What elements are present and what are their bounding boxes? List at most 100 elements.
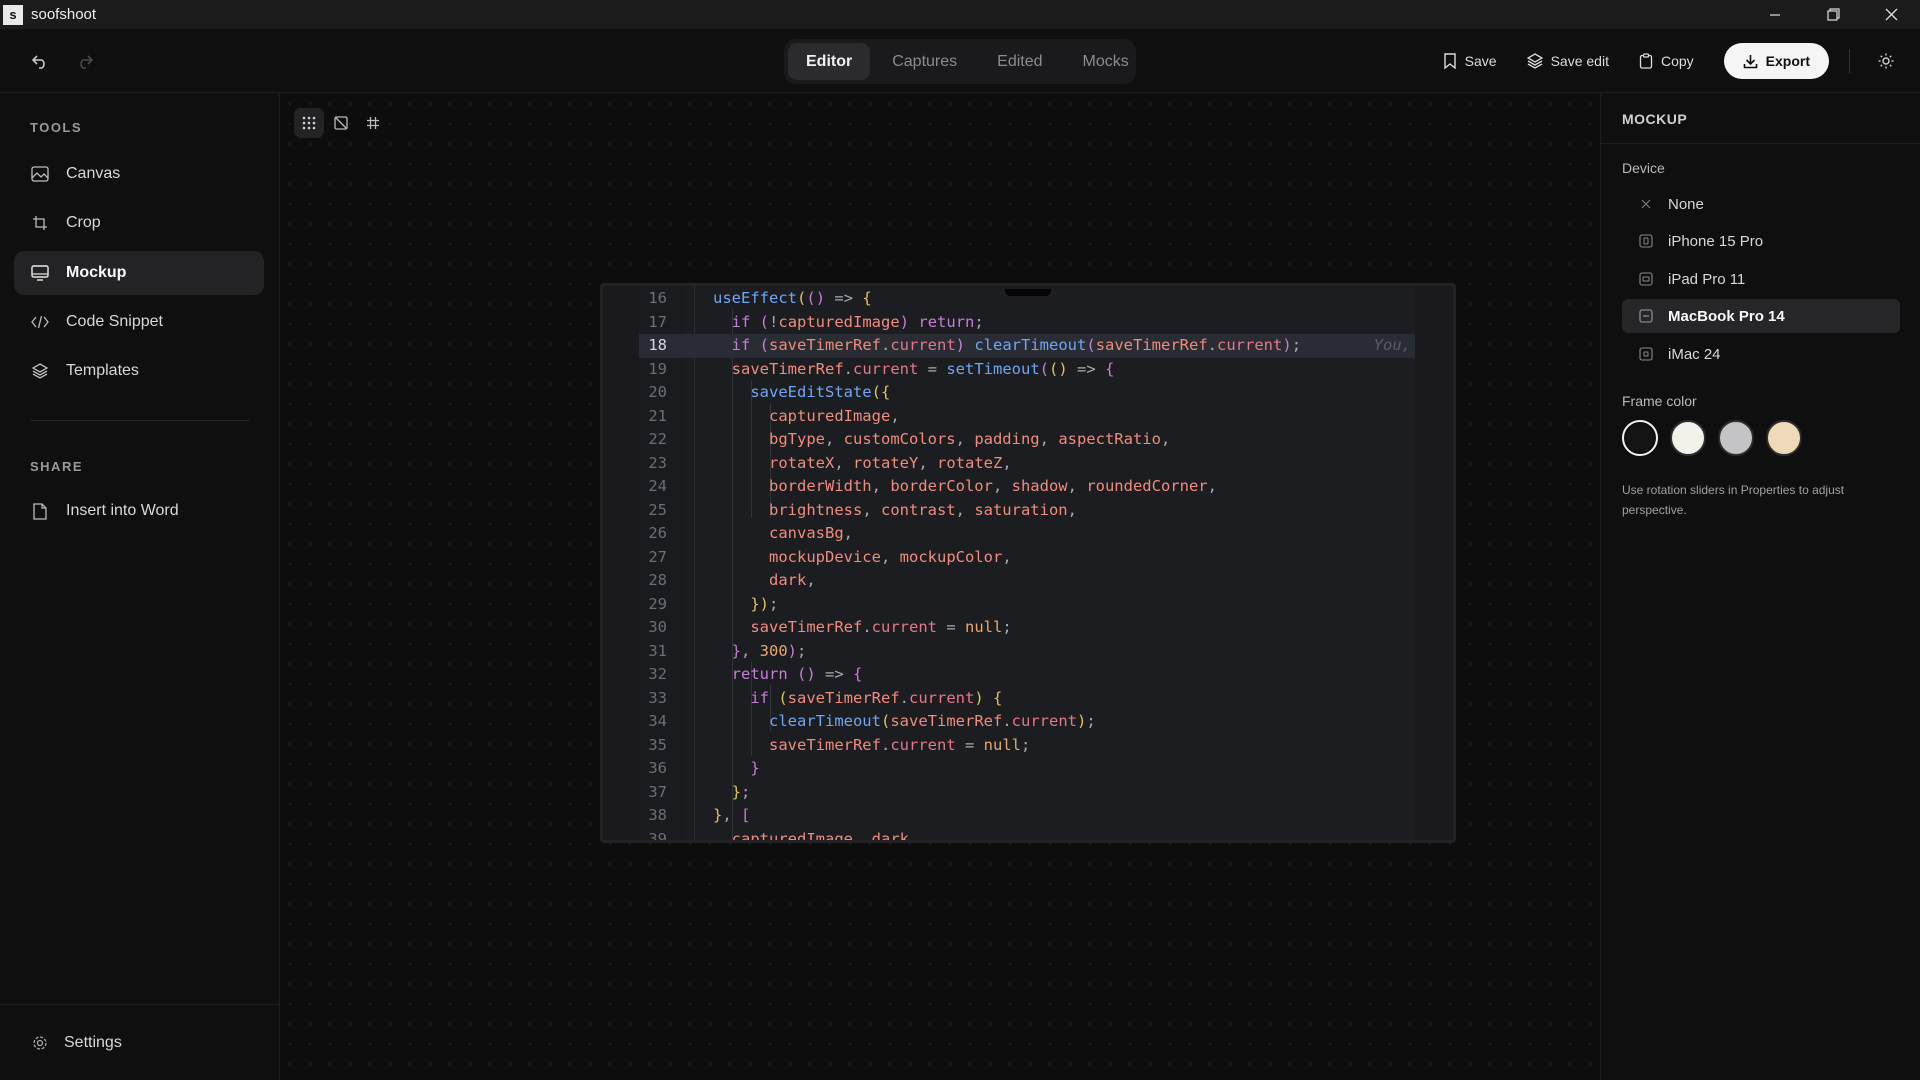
- mockup-panel: MOCKUP Device None iPhone 15 Pro iPad Pr…: [1600, 94, 1920, 1080]
- x-icon: [1638, 196, 1654, 212]
- copy-button[interactable]: Copy: [1639, 53, 1694, 69]
- dots-grid-toggle[interactable]: [294, 108, 324, 138]
- code-text: capturedImage,: [713, 406, 900, 425]
- sidebar-item-label: Templates: [66, 362, 139, 379]
- line-number: 33: [648, 688, 667, 707]
- restore-button[interactable]: [1804, 0, 1862, 29]
- line-number: 25: [648, 500, 667, 519]
- save-edit-label: Save edit: [1550, 53, 1609, 69]
- phone-icon: [1638, 233, 1654, 249]
- save-label: Save: [1464, 53, 1497, 69]
- minimize-button[interactable]: [1746, 0, 1804, 29]
- sidebar-item-mockup[interactable]: Mockup: [14, 251, 264, 295]
- code-text: };: [713, 782, 751, 801]
- tab-mocks[interactable]: Mocks: [1065, 43, 1147, 80]
- layers-icon: [30, 361, 50, 381]
- line-grid-toggle[interactable]: [358, 108, 388, 138]
- panel-header: MOCKUP: [1601, 94, 1920, 144]
- line-number: 39: [648, 829, 667, 841]
- tab-captures[interactable]: Captures: [874, 43, 975, 80]
- line-number: 18: [648, 336, 667, 354]
- device-option-macbook-pro-14[interactable]: MacBook Pro 14: [1622, 299, 1900, 333]
- code-text: saveTimerRef.current = setTimeout(() => …: [713, 359, 1115, 378]
- device-label-text: None: [1668, 195, 1704, 213]
- save-edit-button[interactable]: Save edit: [1526, 53, 1609, 69]
- canvas-area[interactable]: 16 useEffect(() => {17 if (!capturedImage…: [280, 94, 1600, 1080]
- code-text: dark,: [713, 571, 816, 589]
- save-button[interactable]: Save: [1443, 53, 1497, 69]
- frame-color-swatches: [1622, 420, 1802, 456]
- code-text: return () => {: [713, 665, 863, 683]
- code-line: 37 };: [639, 781, 1415, 805]
- document-icon: [30, 501, 50, 521]
- clipboard-icon: [1639, 53, 1653, 69]
- undo-button[interactable]: [28, 49, 52, 73]
- sidebar-item-crop[interactable]: Crop: [14, 201, 264, 245]
- line-number: 24: [648, 477, 667, 495]
- device-label-text: iMac 24: [1668, 345, 1721, 363]
- device-option-ipad-pro-11[interactable]: iPad Pro 11: [1622, 262, 1900, 296]
- monitor-icon: [30, 263, 50, 283]
- sidebar-item-label: Crop: [66, 214, 101, 231]
- export-button[interactable]: Export: [1723, 43, 1829, 79]
- code-text: saveTimerRef.current = null;: [713, 618, 1012, 636]
- line-number: 28: [648, 571, 667, 589]
- device-label-text: iPad Pro 11: [1668, 270, 1746, 288]
- code-line: 32 return () => {: [639, 663, 1415, 687]
- code-line: 21 capturedImage,: [639, 405, 1415, 429]
- line-number: 37: [648, 782, 667, 801]
- code-line: 30 saveTimerRef.current = null;: [639, 616, 1415, 640]
- code-text: capturedImage, dark: [713, 829, 909, 841]
- macbook-mockup-frame[interactable]: 16 useEffect(() => {17 if (!capturedImage…: [600, 283, 1456, 843]
- code-line: 35 saveTimerRef.current = null;: [639, 734, 1415, 758]
- line-number: 27: [648, 547, 667, 566]
- no-grid-toggle[interactable]: [326, 108, 356, 138]
- code-text: }, [: [713, 806, 751, 824]
- device-option-iphone-15-pro[interactable]: iPhone 15 Pro: [1622, 224, 1900, 258]
- code-line: 23 rotateX, rotateY, rotateZ,: [639, 452, 1415, 476]
- restore-icon: [1826, 8, 1840, 21]
- code-text: });: [713, 594, 779, 613]
- left-sidebar: TOOLS Canvas Crop Mockup Code Snippet Te…: [0, 94, 280, 1080]
- sidebar-item-label: Canvas: [66, 165, 121, 182]
- code-text: clearTimeout(saveTimerRef.current);: [713, 712, 1096, 730]
- close-button[interactable]: [1862, 0, 1920, 29]
- camera-notch: [1005, 289, 1051, 296]
- line-number: 34: [648, 712, 667, 730]
- line-number: 31: [648, 641, 667, 660]
- frame-color-black[interactable]: [1622, 420, 1658, 456]
- line-number: 32: [648, 665, 667, 683]
- code-text: }: [713, 759, 760, 777]
- settings-button[interactable]: Settings: [14, 1021, 264, 1065]
- frame-color-white[interactable]: [1670, 420, 1706, 456]
- sidebar-item-code-snippet[interactable]: Code Snippet: [14, 300, 264, 344]
- redo-icon: [80, 55, 94, 69]
- tab-editor[interactable]: Editor: [788, 43, 871, 80]
- frame-color-silver[interactable]: [1718, 420, 1754, 456]
- device-option-none[interactable]: None: [1622, 187, 1900, 221]
- redo-button[interactable]: [73, 49, 97, 73]
- export-label: Export: [1765, 53, 1810, 69]
- code-line: 24 borderWidth, borderColor, shadow, rou…: [639, 475, 1415, 499]
- sidebar-item-canvas[interactable]: Canvas: [14, 152, 264, 196]
- device-label-text: MacBook Pro 14: [1668, 307, 1785, 325]
- sun-icon: [1878, 53, 1894, 69]
- line-number: 16: [648, 289, 667, 307]
- code-text: borderWidth, borderColor, shadow, rounde…: [713, 477, 1217, 495]
- code-text: mockupDevice, mockupColor,: [713, 547, 1012, 566]
- download-icon: [1743, 54, 1757, 68]
- device-option-imac-24[interactable]: iMac 24: [1622, 337, 1900, 371]
- code-line: 33 if (saveTimerRef.current) {: [639, 687, 1415, 711]
- frame-color-gold[interactable]: [1766, 420, 1802, 456]
- device-label: Device: [1622, 160, 1665, 176]
- sidebar-item-insert-into-word[interactable]: Insert into Word: [14, 489, 264, 533]
- theme-toggle[interactable]: [1878, 53, 1894, 69]
- code-screenshot: 16 useEffect(() => {17 if (!capturedImage…: [639, 286, 1415, 840]
- sidebar-item-templates[interactable]: Templates: [14, 349, 264, 393]
- code-text: rotateX, rotateY, rotateZ,: [713, 453, 1012, 472]
- top-toolbar: Editor Captures Edited Mocks Save Save e…: [0, 29, 1920, 93]
- code-line: 19 saveTimerRef.current = setTimeout(() …: [639, 358, 1415, 382]
- tab-edited[interactable]: Edited: [979, 43, 1060, 80]
- image-icon: [30, 164, 50, 184]
- rotation-hint: Use rotation sliders in Properties to ad…: [1622, 483, 1845, 517]
